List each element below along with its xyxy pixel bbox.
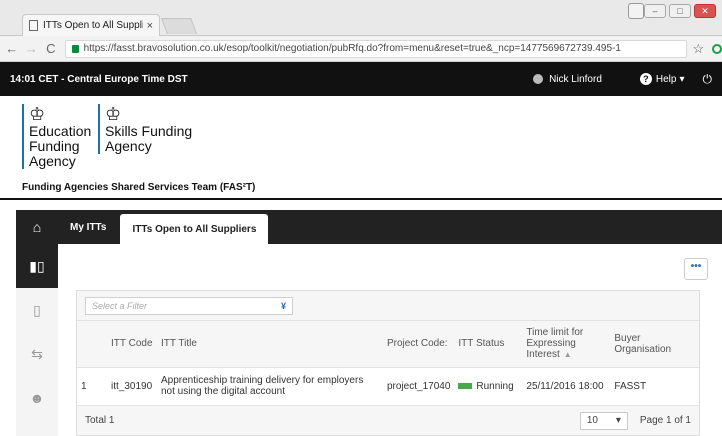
col-itt-code[interactable]: ITT Code <box>107 321 157 367</box>
sidebar-item-building[interactable]: ▯ <box>16 288 58 332</box>
row-buyer: FASST <box>610 366 699 406</box>
logo-bar <box>98 104 100 154</box>
row-project-code: project_17040 <box>383 366 455 406</box>
logo-line: Education <box>29 123 92 139</box>
filter-placeholder: Select a Filter <box>92 300 148 311</box>
browser-tab[interactable]: ITTs Open to All Supplie × <box>22 14 160 36</box>
crest-icon: ♔ <box>29 104 46 124</box>
status-running-icon <box>458 382 473 389</box>
user-name: Nick Linford <box>549 73 602 85</box>
main-content: ••• Select a Filter ¥ ITT Code ITT Title… <box>58 244 722 436</box>
page-header: ♔ Education Funding Agency ♔ Skills Fund… <box>0 96 722 200</box>
url-text: https://fasst.bravosolution.co.uk/esop/t… <box>83 43 621 54</box>
user-menu[interactable]: Nick Linford <box>533 74 602 85</box>
row-status: Running <box>454 366 523 406</box>
logo-line: Skills Funding <box>105 123 193 139</box>
sort-up-icon: ▲ <box>563 350 572 360</box>
close-tab-icon[interactable]: × <box>147 20 153 32</box>
row-itt-title[interactable]: Apprenticeship training delivery for emp… <box>157 366 383 406</box>
extension-icon[interactable] <box>712 43 722 54</box>
efa-logo: ♔ Education Funding Agency <box>22 104 91 169</box>
col-time-limit-label: Time limit for Expressing Interest <box>526 327 584 361</box>
table-row[interactable]: 1 itt_30190 Apprenticeship training deli… <box>77 366 699 406</box>
close-window-icon[interactable]: ✕ <box>694 4 716 18</box>
itt-table: ITT Code ITT Title Project Code: ITT Sta… <box>77 321 699 406</box>
timezone-label: 14:01 CET - Central Europe Time DST <box>10 73 188 85</box>
chevron-down-icon: ¥ <box>280 300 286 311</box>
reload-button[interactable]: C <box>43 41 59 56</box>
logo-line: Agency <box>105 138 152 154</box>
new-tab-button[interactable] <box>161 18 197 34</box>
address-bar: ← → C https://fasst.bravosolution.co.uk/… <box>0 36 722 62</box>
browser-tabstrip: ITTs Open to All Supplie × – □ ✕ <box>0 0 722 36</box>
grid-footer: Total 1 10 ▾ Page 1 of 1 <box>77 406 699 436</box>
tab-my-itts[interactable]: My ITTs <box>58 210 118 244</box>
sidebar-item-transfer[interactable]: ⇆ <box>16 332 58 376</box>
col-itt-status[interactable]: ITT Status <box>454 321 522 367</box>
total-count: Total 1 <box>85 415 115 426</box>
row-itt-code: itt_30190 <box>107 366 157 406</box>
bookmark-star-icon[interactable]: ☆ <box>693 41 705 57</box>
avatar-icon <box>533 74 544 84</box>
lock-icon <box>71 44 79 53</box>
sidebar-item-door[interactable]: ▮▯ <box>16 244 65 288</box>
document-icon <box>29 20 38 31</box>
page-info: Page 1 of 1 <box>639 415 691 426</box>
transfer-icon: ⇆ <box>31 345 43 362</box>
filter-bar: Select a Filter ¥ <box>77 291 699 321</box>
logo-line: Agency <box>29 153 76 169</box>
building-icon: ▯ <box>33 301 41 318</box>
status-label: Running <box>476 380 514 392</box>
sidebar-item-users[interactable]: ☻ <box>16 376 58 420</box>
back-button[interactable]: ← <box>4 41 20 56</box>
row-time-limit: 25/11/2016 18:00 <box>522 366 611 406</box>
door-icon: ▮▯ <box>29 257 45 274</box>
chevron-down-icon: ▾ <box>679 73 685 85</box>
col-itt-title[interactable]: ITT Title <box>157 321 383 367</box>
app-topbar: 14:01 CET - Central Europe Time DST Nick… <box>0 62 722 96</box>
forward-button[interactable]: → <box>24 41 40 56</box>
more-options-button[interactable]: ••• <box>684 258 708 280</box>
help-icon: ? <box>639 73 652 85</box>
tab-itts-open-to-all[interactable]: ITTs Open to All Suppliers <box>120 214 269 244</box>
col-buyer[interactable]: Buyer Organisation <box>610 321 699 367</box>
chevron-down-icon: ▾ <box>615 415 621 426</box>
url-field[interactable]: https://fasst.bravosolution.co.uk/esop/t… <box>64 39 687 58</box>
page-size-value: 10 <box>586 415 598 426</box>
window-controls: – □ ✕ <box>644 4 716 18</box>
minimize-icon[interactable]: – <box>644 4 666 18</box>
logo-line: Funding <box>29 138 80 154</box>
help-menu[interactable]: ? Help ▾ <box>639 73 685 85</box>
power-icon[interactable]: ⏻ <box>703 72 713 87</box>
itt-grid: Select a Filter ¥ ITT Code ITT Title Pro… <box>76 290 700 436</box>
app-area: ⌂ My ITTs ITTs Open to All Suppliers ▮▯ … <box>16 210 722 436</box>
col-time-limit[interactable]: Time limit for Expressing Interest ▲ <box>522 321 610 367</box>
users-icon: ☻ <box>29 390 45 406</box>
filter-select[interactable]: Select a Filter ¥ <box>85 296 293 315</box>
home-icon[interactable]: ⌂ <box>16 210 58 244</box>
col-index <box>77 321 107 367</box>
sfa-logo: ♔ Skills Funding Agency <box>98 104 192 154</box>
row-index: 1 <box>77 366 107 406</box>
maximize-icon[interactable]: □ <box>669 4 691 18</box>
team-name: Funding Agencies Shared Services Team (F… <box>22 182 256 193</box>
help-label: Help <box>655 73 677 85</box>
crest-icon: ♔ <box>105 104 122 124</box>
profile-icon[interactable] <box>628 3 644 19</box>
page-size-select[interactable]: 10 ▾ <box>579 411 628 430</box>
sidebar: ▮▯ ▯ ⇆ ☻ <box>16 244 65 436</box>
browser-tab-title: ITTs Open to All Supplie <box>43 20 143 31</box>
main-tabs: ⌂ My ITTs ITTs Open to All Suppliers <box>16 210 269 244</box>
logo-bar <box>22 104 24 169</box>
col-project-code[interactable]: Project Code: <box>383 321 454 367</box>
table-header-row: ITT Code ITT Title Project Code: ITT Sta… <box>77 321 699 367</box>
